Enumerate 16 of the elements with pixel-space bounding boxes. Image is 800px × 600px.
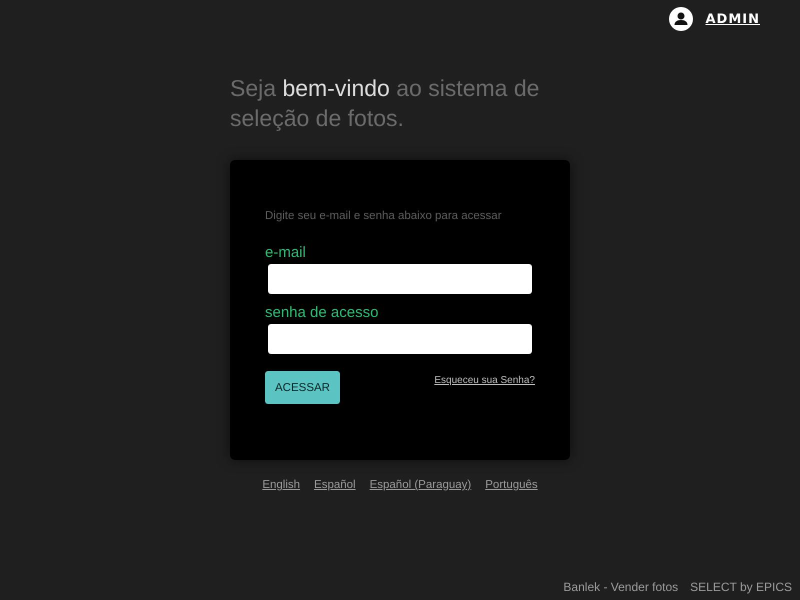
user-link[interactable]: ADMIN bbox=[705, 12, 760, 26]
forgot-password-link[interactable]: Esqueceu sua Senha? bbox=[434, 375, 535, 386]
login-button[interactable]: ACESSAR bbox=[265, 371, 340, 404]
input-field[interactable] bbox=[268, 264, 532, 294]
footer-text: SELECT by EPICS bbox=[690, 580, 792, 594]
language-link[interactable]: Español bbox=[314, 479, 356, 491]
instructions-text: Digite seu e-mail e senha abaixo para acessar bbox=[265, 210, 503, 222]
field-label: senha de acesso bbox=[265, 304, 380, 322]
field-label: e-mail bbox=[265, 244, 307, 262]
input-field[interactable] bbox=[268, 324, 532, 354]
language-link[interactable]: Português bbox=[485, 479, 538, 491]
footer-text: Banlek - Vender fotos bbox=[563, 580, 678, 594]
user-icon[interactable] bbox=[669, 7, 694, 31]
welcome-heading: Seja bem-vindo ao sistema de seleção de fotos. bbox=[230, 74, 540, 133]
language-link[interactable]: English bbox=[262, 479, 300, 491]
language-link[interactable]: Español (Paraguay) bbox=[370, 479, 472, 491]
